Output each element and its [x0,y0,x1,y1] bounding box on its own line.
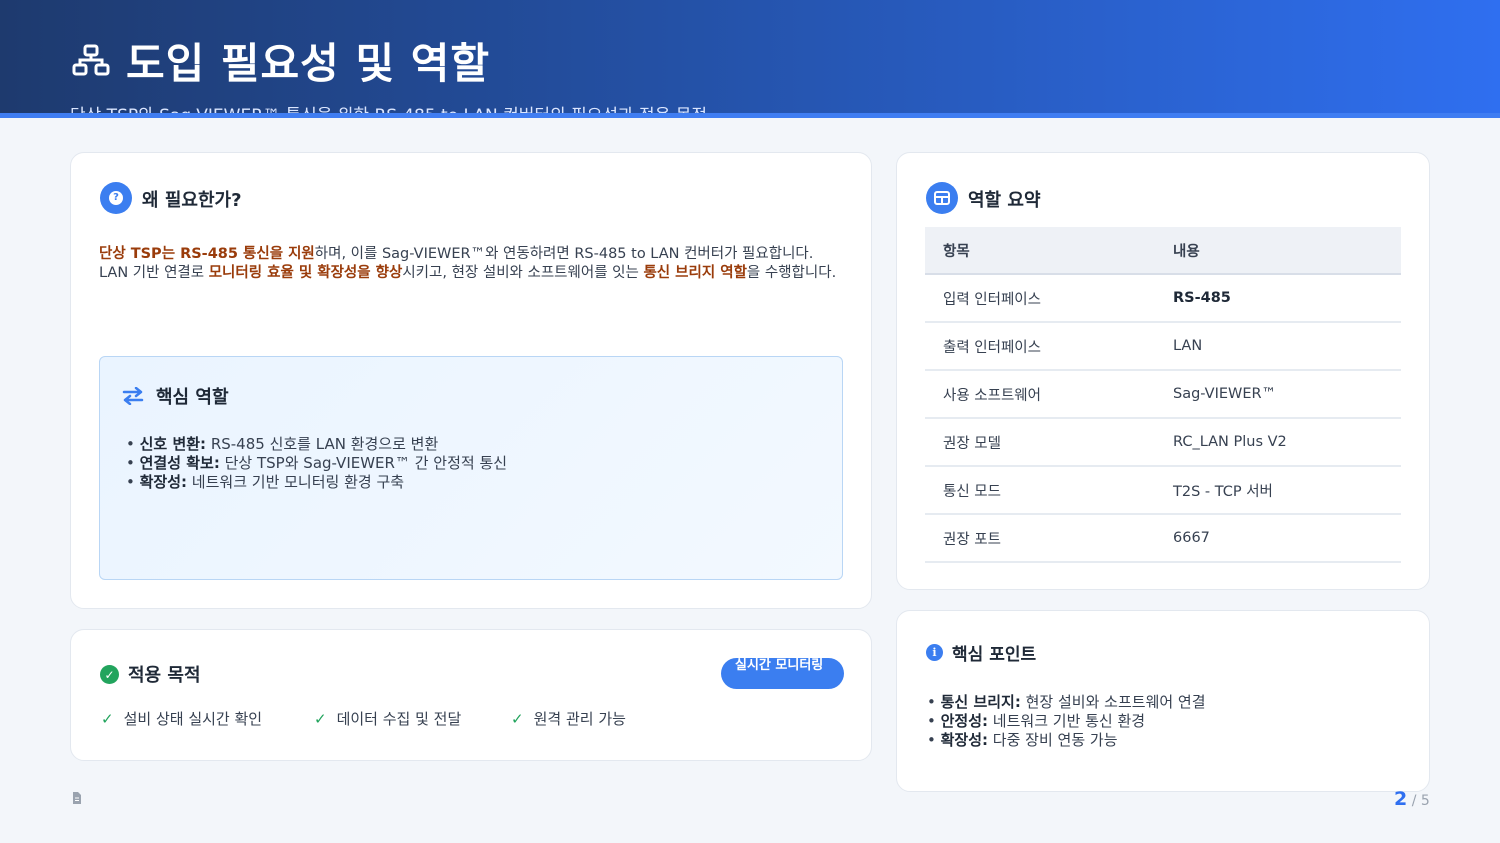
swap-arrows-icon [122,387,144,405]
table-cell: 입력 인터페이스 [925,274,1155,323]
table-row: 권장 포트 6667 [925,514,1401,563]
roles-card: 역할 요약 항목 내용 입력 인터페이스 RS-485 출력 인터페이스 LAN 사… [896,152,1430,590]
check-icon: ✓ [101,710,114,728]
check-icon: ✓ [511,710,524,728]
table-cell: 출력 인터페이스 [925,322,1155,371]
table-cell: T2S - TCP 서버 [1155,466,1401,515]
table-cell: 통신 모드 [925,466,1155,515]
why-title: 왜 필요한가? [142,190,242,211]
table-row: 권장 모델 RC_LAN Plus V2 [925,418,1401,467]
check-icon: ✓ [314,710,327,728]
header-divider [0,113,1500,118]
header-banner: 도입 필요성 및 역할 단상 TSP와 Sag-VIEWER™ 통신을 위한 R… [0,0,1500,118]
question-icon: ? [100,182,132,214]
page-indicator: 2 / 5 [1394,788,1430,810]
table-cell: Sag-VIEWER™ [1155,370,1401,419]
table-cell: 사용 소프트웨어 [925,370,1155,419]
table-cell: LAN [1155,322,1401,371]
list-item: 신호 변환: RS-485 신호를 LAN 환경으로 변환 [126,435,507,454]
total-pages: / 5 [1411,793,1430,809]
purpose-item: ✓ 설비 상태 실시간 확인 [101,710,263,728]
points-card: i 핵심 포인트 통신 브리지: 현장 설비와 소프트웨어 연결 안정성: 네트… [896,610,1430,792]
info-icon: i [926,644,943,661]
list-item: 확장성: 네트워크 기반 모니터링 환경 구축 [126,473,507,492]
purpose-item: ✓ 데이터 수집 및 전달 [314,710,462,728]
purpose-card: ✓ 적용 목적 실시간 모니터링 ✓ 설비 상태 실시간 확인 ✓ 데이터 수집 및… [70,629,872,761]
points-list: 통신 브리지: 현장 설비와 소프트웨어 연결 안정성: 네트워크 기반 통신 … [927,693,1206,750]
table-icon [926,182,958,214]
list-item: 연결성 확보: 단상 TSP와 Sag-VIEWER™ 간 안정적 통신 [126,454,507,473]
table-row: 출력 인터페이스 LAN [925,322,1401,371]
status-badge: 실시간 모니터링 [721,658,844,689]
core-role-title: 핵심 역할 [156,387,229,408]
table-cell: RC_LAN Plus V2 [1155,418,1401,467]
core-role-box: 핵심 역할 신호 변환: RS-485 신호를 LAN 환경으로 변환 연결성 … [99,356,843,580]
purpose-item: ✓ 원격 관리 가능 [511,710,626,728]
list-item: 확장성: 다중 장비 연동 가능 [927,731,1206,750]
table-cell: RS-485 [1155,274,1401,323]
why-description: 단상 TSP는 RS-485 통신을 지원하며, 이를 Sag-VIEWER™와… [99,246,837,281]
column-header: 내용 [1155,227,1401,275]
list-item: 통신 브리지: 현장 설비와 소프트웨어 연결 [927,693,1206,712]
table-cell: 6667 [1155,514,1401,563]
core-role-list: 신호 변환: RS-485 신호를 LAN 환경으로 변환 연결성 확보: 단상… [126,435,507,492]
why-card: ? 왜 필요한가? 단상 TSP는 RS-485 통신을 지원하며, 이를 Sa… [70,152,872,609]
network-icon [72,44,110,76]
table-row: 통신 모드 T2S - TCP 서버 [925,466,1401,515]
column-header: 항목 [925,227,1155,275]
document-icon [73,792,81,804]
roles-title: 역할 요약 [968,190,1041,211]
list-item: 안정성: 네트워크 기반 통신 환경 [927,712,1206,731]
table-row: 입력 인터페이스 RS-485 [925,274,1401,323]
page-title: 도입 필요성 및 역할 [126,39,490,88]
table-row: 사용 소프트웨어 Sag-VIEWER™ [925,370,1401,419]
table-header-row: 항목 내용 [925,227,1401,275]
points-title: 핵심 포인트 [952,645,1037,665]
table-cell: 권장 모델 [925,418,1155,467]
current-page: 2 [1394,788,1408,810]
check-circle-icon: ✓ [100,665,119,684]
table-cell: 권장 포트 [925,514,1155,563]
purpose-title: 적용 목적 [128,665,201,686]
roles-table: 항목 내용 입력 인터페이스 RS-485 출력 인터페이스 LAN 사용 소프트웨… [925,227,1401,563]
